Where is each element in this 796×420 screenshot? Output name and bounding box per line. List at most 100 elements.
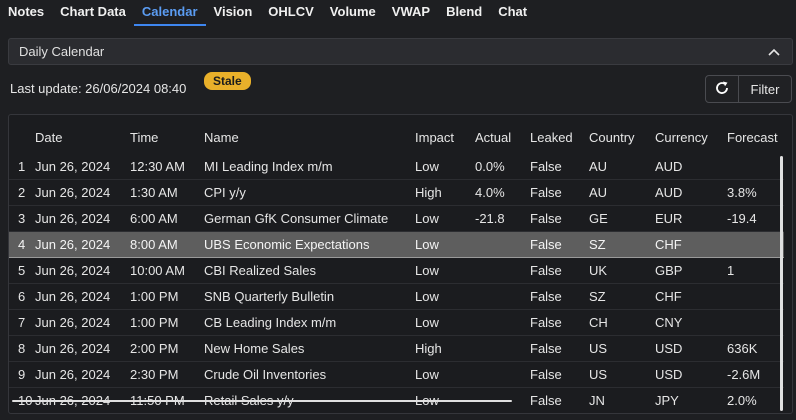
cell-currency: AUD [655,153,727,180]
cell-leaked: False [530,387,589,413]
cell-country: UK [589,257,655,284]
cell-actual [475,257,530,284]
cell-index: 8 [9,335,35,362]
tab-notes[interactable]: Notes [0,0,52,26]
tab-vision[interactable]: Vision [206,0,261,26]
cell-forecast [727,153,784,180]
cell-country: SZ [589,283,655,310]
cell-time: 1:00 PM [130,283,204,310]
cell-index: 2 [9,179,35,206]
cell-impact: High [415,179,475,206]
cell-forecast: -19.4 [727,205,784,232]
table-row[interactable]: 4 Jun 26, 2024 8:00 AM UBS Economic Expecta… [9,230,784,258]
cell-impact: Low [415,283,475,310]
cell-actual: 4.0% [475,179,530,206]
cell-time: 12:30 AM [130,153,204,180]
col-header-country[interactable]: Country [589,115,655,153]
cell-currency: CNY [655,309,727,336]
table-row[interactable]: 7 Jun 26, 2024 1:00 PM CB Leading Index m/m… [9,309,784,336]
tab-chart-data[interactable]: Chart Data [52,0,134,26]
cell-date: Jun 26, 2024 [35,335,130,362]
cell-currency: USD [655,361,727,388]
cell-name: MI Leading Index m/m [204,153,415,180]
tab-blend[interactable]: Blend [438,0,490,26]
cell-time: 2:00 PM [130,335,204,362]
table-row[interactable]: 2 Jun 26, 2024 1:30 AM CPI y/y High 4.0% False… [9,179,784,206]
tab-calendar[interactable]: Calendar [133,0,206,26]
cell-index: 7 [9,309,35,336]
cell-index: 3 [9,205,35,232]
col-header-currency[interactable]: Currency [655,115,727,153]
cell-date: Jun 26, 2024 [35,205,130,232]
cell-index: 5 [9,257,35,284]
refresh-button[interactable] [706,76,739,102]
cell-actual: -21.8 [475,205,530,232]
col-header-forecast[interactable]: Forecast [727,115,784,153]
cell-forecast: 3.8% [727,179,784,206]
cell-index: 4 [9,230,35,258]
col-header-date[interactable]: Date [35,115,130,153]
col-header-time[interactable]: Time [130,115,204,153]
table-row[interactable]: 9 Jun 26, 2024 2:30 PM Crude Oil Inventorie… [9,361,784,388]
cell-currency: AUD [655,179,727,206]
cell-country: US [589,335,655,362]
table-row[interactable]: 1 Jun 26, 2024 12:30 AM MI Leading Index m/… [9,153,784,180]
cell-name: Crude Oil Inventories [204,361,415,388]
cell-actual [475,283,530,310]
cell-leaked: False [530,361,589,388]
table-row[interactable]: 6 Jun 26, 2024 1:00 PM SNB Quarterly Bullet… [9,283,784,310]
col-header-actual[interactable]: Actual [475,115,530,153]
cell-time: 1:00 PM [130,309,204,336]
cell-impact: Low [415,205,475,232]
table-row[interactable]: 5 Jun 26, 2024 10:00 AM CBI Realized Sales L… [9,257,784,284]
cell-index: 9 [9,361,35,388]
cell-date: Jun 26, 2024 [35,257,130,284]
tab-ohlcv[interactable]: OHLCV [260,0,322,26]
cell-forecast [727,309,784,336]
table-row[interactable]: 3 Jun 26, 2024 6:00 AM German GfK Consumer … [9,205,784,232]
cell-country: US [589,361,655,388]
cell-name: New Home Sales [204,335,415,362]
cell-name: UBS Economic Expectations [204,230,415,258]
cell-date: Jun 26, 2024 [35,361,130,388]
daily-calendar-header[interactable]: Daily Calendar [8,38,793,65]
col-header-name[interactable]: Name [204,115,415,153]
cell-forecast [727,283,784,310]
last-update-text: Last update: 26/06/2024 08:40 [10,80,187,96]
cell-impact: High [415,335,475,362]
calendar-table[interactable]: Date Time Name Impact Actual Leaked Coun… [8,114,793,414]
cell-country: AU [589,179,655,206]
cell-leaked: False [530,257,589,284]
cell-date: Jun 26, 2024 [35,309,130,336]
cell-forecast: 2.0% [727,387,784,413]
cell-index: 1 [9,153,35,180]
cell-leaked: False [530,179,589,206]
vertical-scrollbar[interactable] [780,156,783,411]
tab-volume[interactable]: Volume [322,0,384,26]
cell-time: 8:00 AM [130,230,204,258]
filter-button[interactable]: Filter [739,76,791,102]
table-header-row: Date Time Name Impact Actual Leaked Coun… [9,115,784,153]
col-header-index [9,115,35,153]
cell-leaked: False [530,309,589,336]
cell-actual [475,361,530,388]
cell-time: 6:00 AM [130,205,204,232]
cell-name: CPI y/y [204,179,415,206]
cell-currency: EUR [655,205,727,232]
cell-forecast: -2.6M [727,361,784,388]
cell-forecast: 1 [727,257,784,284]
col-header-leaked[interactable]: Leaked [530,115,589,153]
cell-date: Jun 26, 2024 [35,283,130,310]
cell-actual [475,309,530,336]
horizontal-scrollbar[interactable] [12,400,512,402]
cell-date: Jun 26, 2024 [35,230,130,258]
cell-currency: CHF [655,230,727,258]
tab-chat[interactable]: Chat [490,0,535,26]
cell-index: 6 [9,283,35,310]
table-row[interactable]: 8 Jun 26, 2024 2:00 PM New Home Sales High Fa… [9,335,784,362]
tab-vwap[interactable]: VWAP [384,0,438,26]
chevron-up-icon[interactable] [766,44,782,60]
cell-country: JN [589,387,655,413]
col-header-impact[interactable]: Impact [415,115,475,153]
cell-leaked: False [530,205,589,232]
